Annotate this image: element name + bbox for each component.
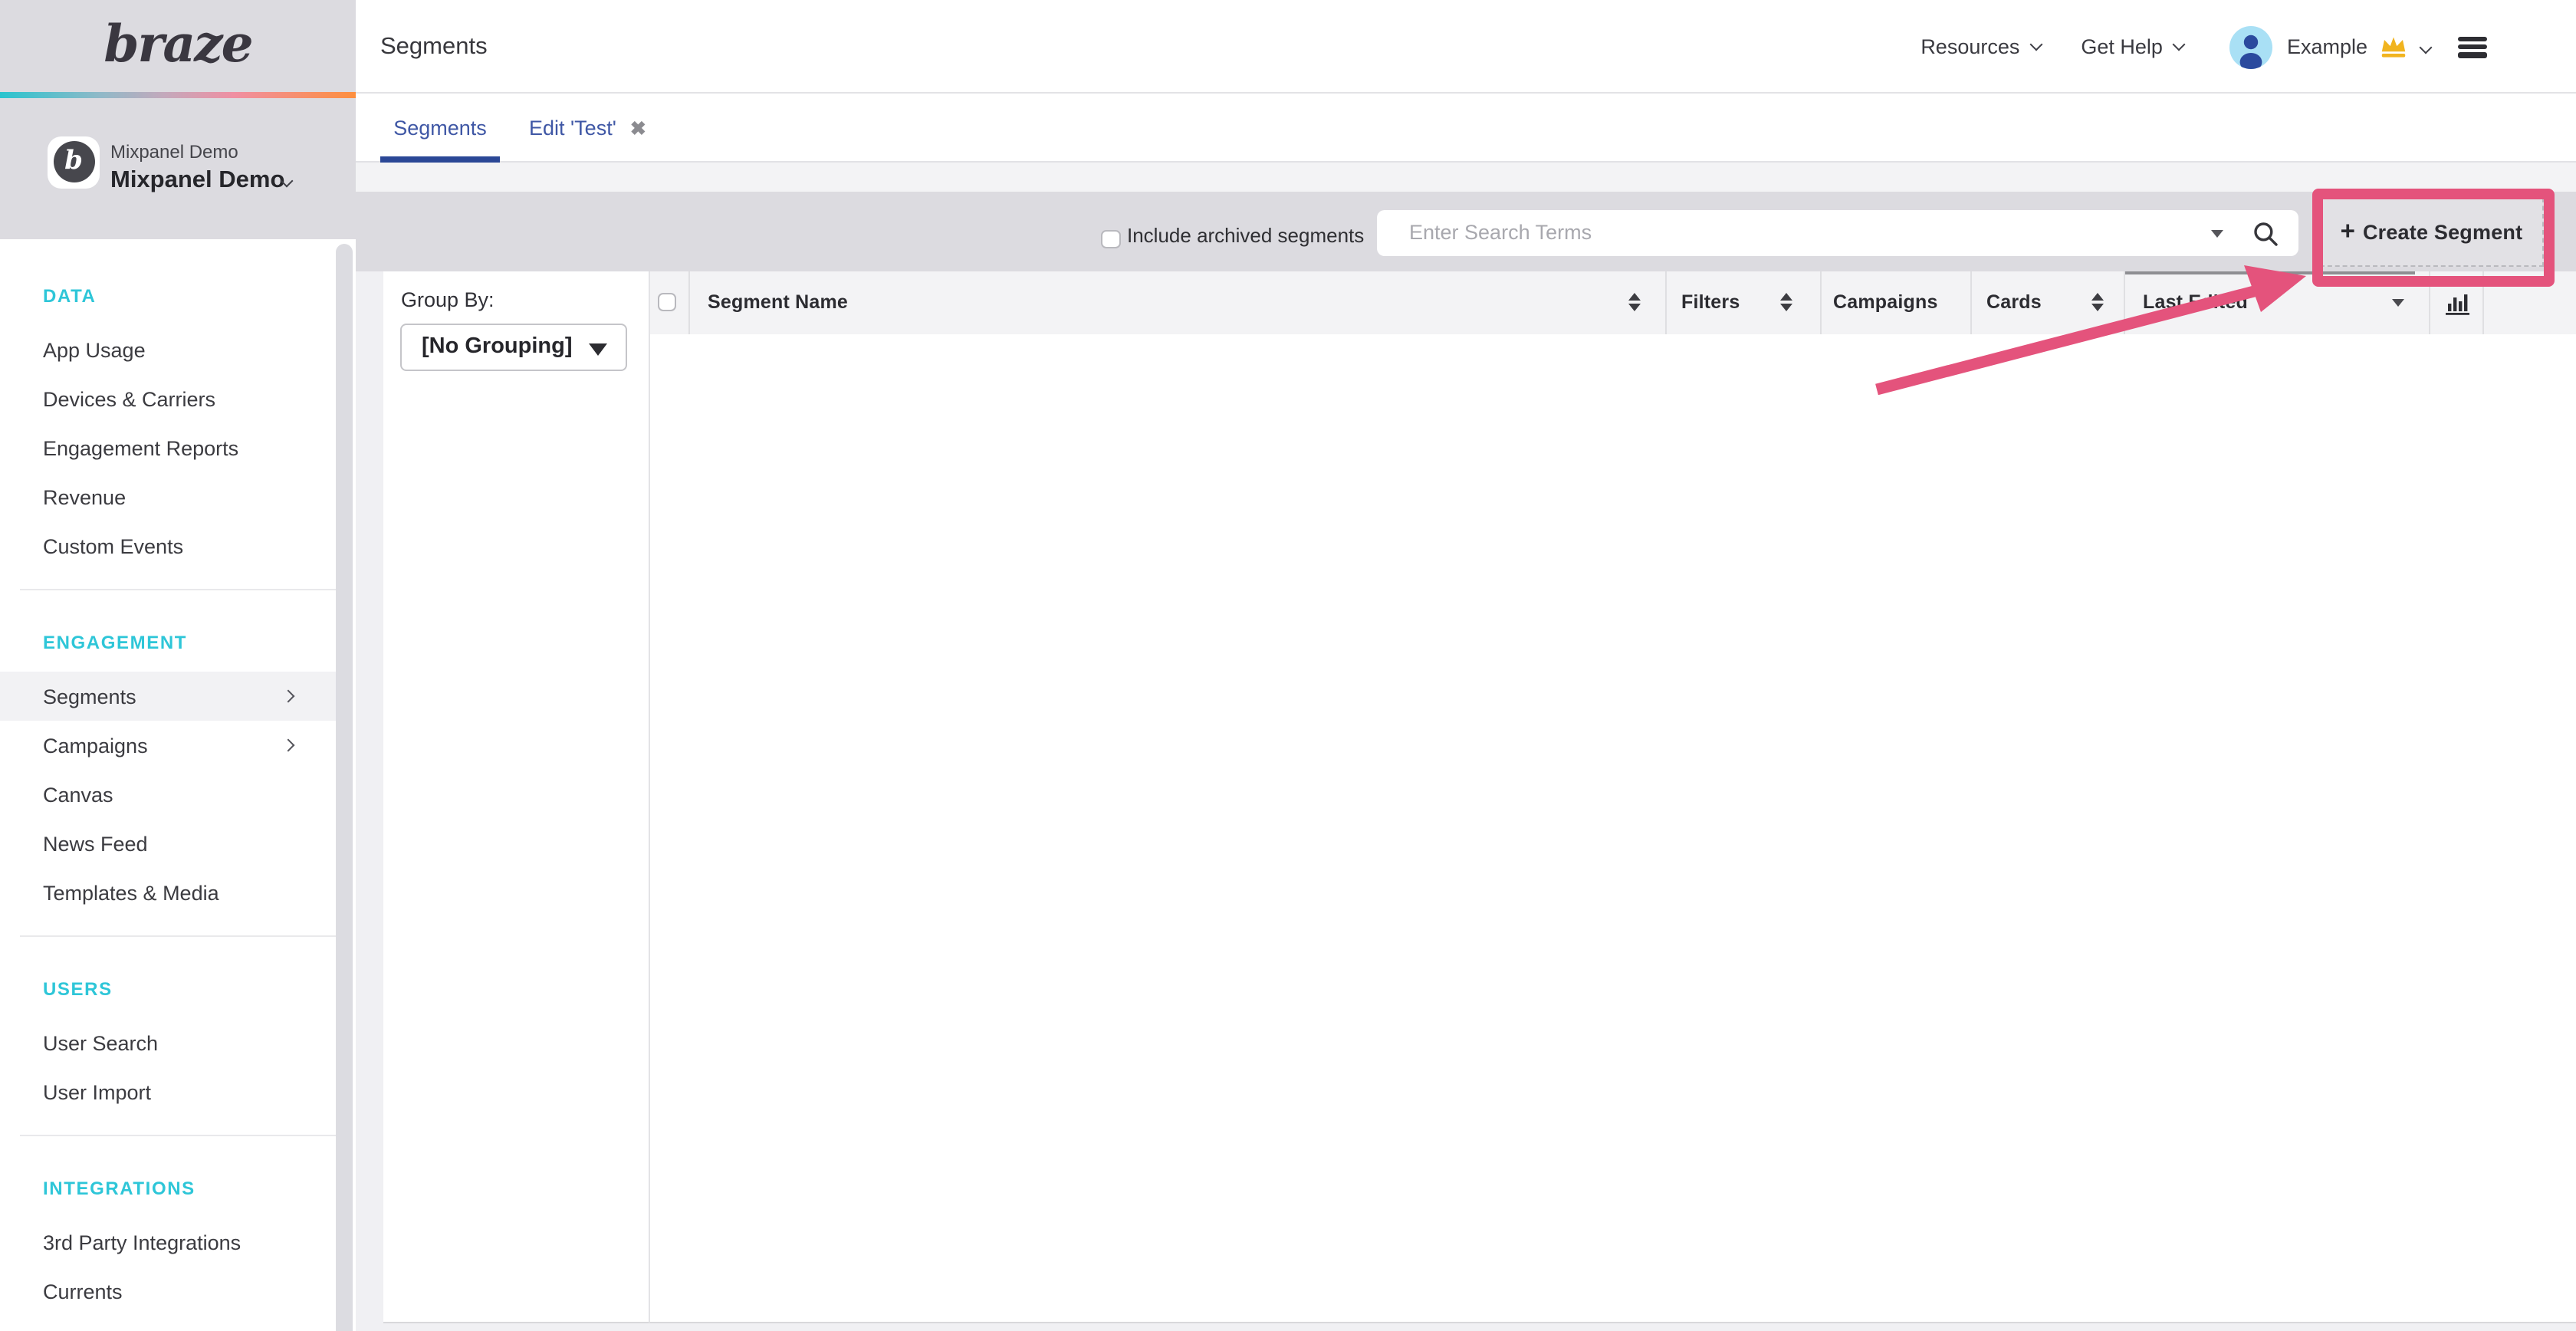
search-icon[interactable] [2252, 220, 2279, 254]
sort-icon[interactable] [1779, 293, 1793, 311]
page-title: Segments [380, 0, 488, 94]
section-label-engagement: ENGAGEMENT [0, 626, 356, 657]
sidebar-item-3rd-party-integrations[interactable]: 3rd Party Integrations [0, 1218, 335, 1267]
sidebar-item-segments[interactable]: Segments [0, 672, 335, 721]
sidebar-nav: DATA App Usage Devices & Carriers Engage… [0, 238, 356, 1316]
create-segment-button[interactable]: + Create Segment [2319, 198, 2544, 267]
chevron-down-icon[interactable] [2420, 41, 2433, 54]
sidebar-item-currents[interactable]: Currents [0, 1267, 335, 1316]
crown-icon [2378, 34, 2409, 60]
close-icon[interactable]: ✖ [630, 116, 646, 139]
include-archived-label[interactable]: Include archived segments [1127, 192, 1364, 271]
column-header-last-edited[interactable]: Last Edited [2143, 271, 2248, 334]
sidebar-item-engagement-reports[interactable]: Engagement Reports [0, 423, 335, 472]
group-by-label: Group By: [401, 288, 495, 311]
get-help-menu[interactable]: Get Help [2081, 35, 2184, 58]
tab-edit-test[interactable]: Edit 'Test' ✖ [529, 94, 646, 161]
column-divider [2429, 271, 2430, 334]
column-divider [1665, 271, 1667, 334]
chevron-down-icon [2030, 38, 2043, 51]
column-header-cards[interactable]: Cards [1986, 271, 2042, 334]
caret-down-icon[interactable] [2391, 298, 2404, 306]
sidebar-item-app-usage[interactable]: App Usage [0, 325, 335, 374]
column-divider [1819, 271, 1821, 334]
search-dropdown-caret-icon[interactable] [2211, 229, 2223, 237]
grouping-value: [No Grouping] [422, 325, 573, 369]
divider [20, 588, 336, 590]
plus-icon: + [2341, 220, 2355, 245]
grouping-dropdown[interactable]: [No Grouping] [400, 324, 627, 370]
table-header: Segment Name Filters Campaigns Cards Las… [649, 271, 2576, 334]
sidebar-item-news-feed[interactable]: News Feed [0, 819, 335, 868]
braze-dashboard: braze b Mixpanel Demo Mixpanel Demo DATA… [0, 0, 2576, 1331]
user-name[interactable]: Example [2287, 35, 2367, 58]
workspace-name: Mixpanel Demo [110, 166, 284, 194]
tab-segments[interactable]: Segments [380, 94, 500, 161]
chevron-right-icon [281, 739, 294, 752]
content-area: Group By: [No Grouping] Segment Name Fil… [356, 271, 2576, 1331]
column-divider [1970, 271, 1971, 334]
column-divider [2482, 271, 2484, 334]
sidebar-item-campaigns[interactable]: Campaigns [0, 721, 335, 770]
bar-chart-icon[interactable] [2443, 291, 2469, 323]
sort-icon[interactable] [1628, 293, 1641, 311]
active-tab-underline [380, 156, 500, 163]
brand-gradient-bar [0, 92, 356, 97]
workspace-switcher[interactable]: b Mixpanel Demo Mixpanel Demo [0, 97, 356, 238]
braze-logo[interactable]: braze [104, 18, 251, 74]
sidebar-item-custom-events[interactable]: Custom Events [0, 521, 335, 570]
search-input[interactable] [1377, 209, 2298, 255]
select-all-checkbox[interactable] [657, 292, 676, 311]
sidebar-item-user-search[interactable]: User Search [0, 1018, 335, 1067]
workspace-icon: b [48, 136, 100, 188]
sidebar-item-templates-media[interactable]: Templates & Media [0, 868, 335, 917]
workspace-b-glyph: b [53, 141, 94, 182]
column-divider [689, 271, 691, 334]
divider [20, 935, 336, 936]
logo-header: braze [0, 0, 356, 92]
divider [20, 1134, 336, 1135]
header-actions: Resources Get Help Example [1921, 0, 2487, 94]
sidebar-item-revenue[interactable]: Revenue [0, 472, 335, 521]
hamburger-menu-icon[interactable] [2458, 36, 2487, 58]
sort-icon[interactable] [2091, 293, 2104, 311]
top-header: Segments Resources Get Help Example [356, 0, 2576, 94]
segments-table: Segment Name Filters Campaigns Cards Las… [648, 271, 2576, 1323]
section-label-integrations: INTEGRATIONS [0, 1172, 356, 1203]
section-label-users: USERS [0, 973, 356, 1004]
sidebar-item-user-import[interactable]: User Import [0, 1067, 335, 1116]
sidebar-item-devices-carriers[interactable]: Devices & Carriers [0, 374, 335, 423]
column-header-segment-name[interactable]: Segment Name [708, 271, 848, 334]
tab-bar: Segments Edit 'Test' ✖ [356, 94, 2576, 163]
sidebar-scrollbar[interactable] [336, 244, 352, 1331]
include-archived-checkbox[interactable] [1101, 229, 1120, 248]
sidebar: braze b Mixpanel Demo Mixpanel Demo DATA… [0, 0, 356, 1331]
chevron-right-icon [281, 690, 294, 703]
column-header-filters[interactable]: Filters [1681, 271, 1740, 334]
main-area: Segments Resources Get Help Example [356, 0, 2576, 1331]
column-header-campaigns[interactable]: Campaigns [1833, 271, 1938, 334]
search-box [1377, 209, 2298, 255]
chevron-down-icon [2173, 38, 2186, 51]
spacer [356, 163, 2576, 192]
avatar[interactable] [2230, 25, 2273, 68]
segments-toolbar: Include archived segments + Create Segme… [356, 192, 2576, 271]
group-by-panel: Group By: [No Grouping] [383, 271, 648, 1323]
resources-menu[interactable]: Resources [1921, 35, 2041, 58]
column-divider [2123, 271, 2124, 334]
section-label-data: DATA [0, 280, 356, 311]
caret-down-icon [589, 343, 607, 355]
sidebar-item-canvas[interactable]: Canvas [0, 770, 335, 819]
workspace-label: Mixpanel Demo [110, 140, 238, 162]
